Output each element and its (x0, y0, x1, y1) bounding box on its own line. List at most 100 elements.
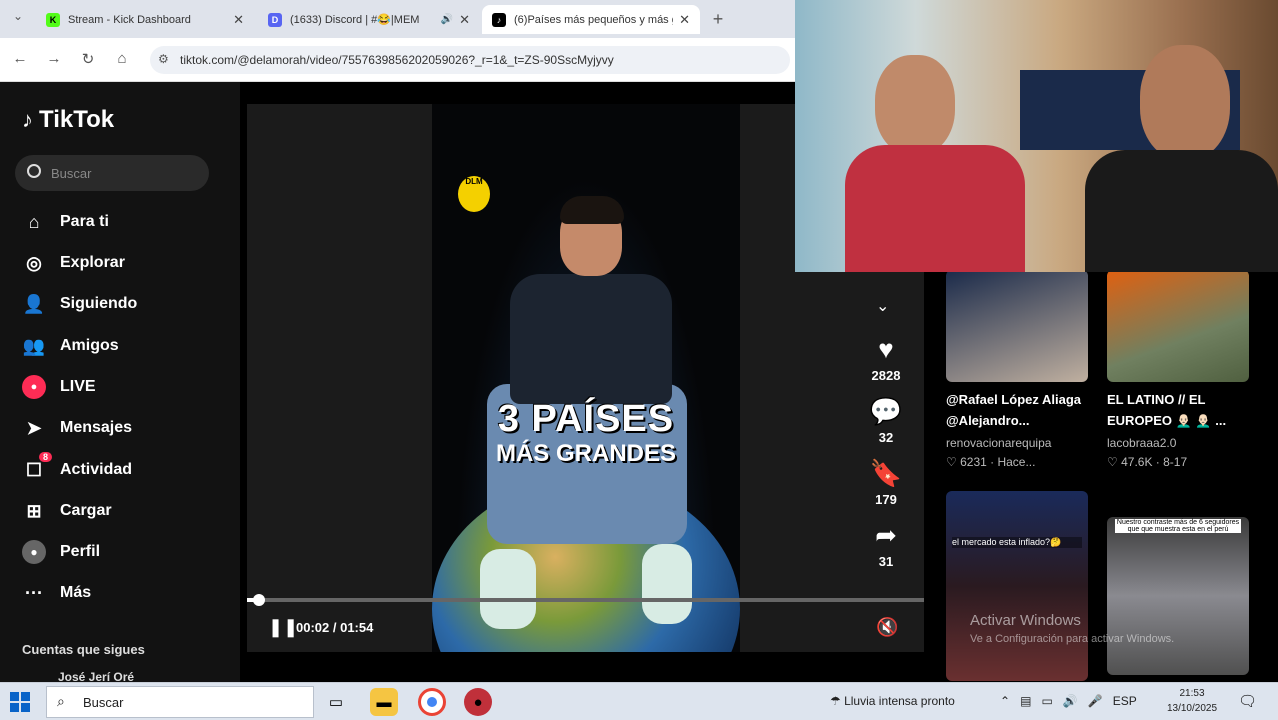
nav-label: Para ti (60, 213, 109, 230)
chevron-down-icon[interactable]: ⌄ (876, 296, 889, 316)
home-icon[interactable]: ⌂ (112, 50, 132, 67)
nav-label: Amigos (60, 337, 119, 354)
nav-explorar[interactable]: ◎ Explorar (22, 249, 125, 277)
save-button[interactable]: 🔖 179 (860, 458, 912, 507)
related-title[interactable]: @Rafael López Aliaga @Alejandro... (946, 389, 1086, 431)
like-button[interactable]: ♥ 2828 (860, 334, 912, 383)
new-tab-button[interactable]: + (708, 9, 728, 30)
discord-icon: D (268, 12, 282, 27)
volume-icon[interactable]: 🔊 (1063, 694, 1078, 708)
shoe-left (480, 549, 536, 629)
mute-icon[interactable]: 🔇 (876, 617, 898, 638)
related-author[interactable]: lacobraaa2.0 (1107, 436, 1247, 450)
language-indicator[interactable]: ESP (1113, 694, 1137, 708)
related-thumbnail[interactable] (1107, 270, 1249, 382)
windows-start-icon[interactable] (10, 692, 30, 712)
nav-perfil[interactable]: ● Perfil (22, 538, 100, 566)
notification-badge: 8 (38, 452, 52, 462)
search-input[interactable]: Buscar (15, 155, 209, 191)
thumbnail-caption: el mercado esta inflado?🤔 (952, 537, 1082, 548)
nav-actividad[interactable]: ☐ 8 Actividad (22, 452, 133, 484)
send-icon: ➤ (26, 417, 42, 438)
more-icon: ··· (25, 582, 43, 603)
related-thumbnail[interactable]: el mercado esta inflado?🤔 (946, 491, 1088, 681)
battery-icon[interactable]: ▭ (1041, 694, 1052, 708)
person-left-shirt (845, 145, 1025, 272)
related-thumbnail[interactable]: Nuestro contraste más de 6 seguidores qu… (1107, 517, 1249, 675)
system-tray[interactable]: ⌃ ▤ ▭ 🔊 🎤 ESP (1000, 694, 1137, 708)
person-body (510, 274, 672, 404)
browser-tab-bar: ⌄ K Stream - Kick Dashboard ✕ D (1633) D… (0, 0, 800, 38)
app-icon[interactable]: ● (464, 688, 492, 716)
nav-siguiendo[interactable]: 👤 Siguiendo (22, 290, 138, 318)
search-icon (27, 164, 41, 178)
nav-amigos[interactable]: 👥 Amigos (22, 332, 119, 360)
tab-title: Stream - Kick Dashboard (68, 13, 191, 26)
notification-icon[interactable]: 🗨 (1238, 692, 1257, 710)
site-info-icon[interactable]: ⚙ (158, 52, 169, 66)
clock[interactable]: 21:53 13/10/2025 (1162, 686, 1222, 716)
logo-text: DLM (465, 177, 483, 186)
nav-label: Mensajes (60, 419, 133, 436)
nav-mas[interactable]: ··· Más (22, 579, 91, 607)
play-pause-button[interactable]: ❚❚ (268, 617, 298, 639)
related-thumbnail[interactable] (946, 270, 1088, 382)
share-icon: ➦ (875, 520, 897, 550)
tiktok-logo[interactable]: ♪ TikTok (22, 106, 114, 134)
related-author[interactable]: renovacionarequipa (946, 436, 1086, 450)
close-tab-icon[interactable]: ✕ (679, 12, 690, 28)
person-right-head (1140, 45, 1230, 160)
nav-label: Actividad (60, 461, 133, 478)
close-tab-icon[interactable]: ✕ (233, 12, 244, 28)
tiktok-sidebar: ♪ TikTok Buscar ⌂ Para ti ◎ Explorar 👤 Sigu… (0, 82, 240, 684)
search-placeholder: Buscar (51, 165, 92, 181)
url-field[interactable]: ⚙ tiktok.com/@delamorah/video/7557639856… (150, 46, 790, 74)
taskbar-search[interactable]: ⌕ Buscar (46, 686, 314, 718)
nav-live[interactable]: ● LIVE (22, 373, 96, 401)
tab-kick[interactable]: K Stream - Kick Dashboard ✕ (36, 5, 254, 34)
channel-logo: DLM (458, 176, 490, 212)
webcam-overlay (795, 0, 1278, 272)
progress-handle[interactable] (252, 594, 265, 606)
tab-title: (1633) Discord | #😂|MEM (290, 14, 420, 26)
network-icon[interactable]: ▤ (1020, 694, 1031, 708)
mic-icon[interactable]: 🎤 (1088, 694, 1103, 708)
tab-discord[interactable]: D (1633) Discord | #😂|MEM 🔊 ✕ (258, 5, 480, 34)
weather-text: Lluvia intensa pronto (844, 694, 955, 708)
weather-widget[interactable]: ☂ Lluvia intensa pronto (830, 694, 955, 708)
tab-tiktok[interactable]: ♪ (6)Países más pequeños y más g ✕ (482, 5, 700, 34)
file-explorer-icon[interactable]: ▬ (370, 688, 398, 716)
video-frame[interactable]: DLM 3 PAÍSES MÁS GRANDES (432, 104, 740, 652)
comment-count: 32 (878, 430, 894, 445)
forward-icon[interactable]: → (44, 50, 64, 67)
task-view-icon[interactable]: ▭ (322, 688, 350, 716)
related-title[interactable]: EL LATINO // EL EUROPEO 👨🏻‍🦲 👨🏻‍🦲 ... (1107, 389, 1247, 431)
nav-cargar[interactable]: ⊞ Cargar (22, 497, 112, 525)
nav-mensajes[interactable]: ➤ Mensajes (22, 414, 132, 442)
nav-label: Explorar (60, 254, 125, 271)
video-caption-line2: MÁS GRANDES (495, 440, 676, 467)
back-icon[interactable]: ← (10, 50, 30, 67)
nav-label: Siguiendo (60, 295, 138, 312)
like-count: 2828 (871, 368, 901, 383)
progress-bar[interactable] (247, 594, 924, 606)
nav-label: Cargar (60, 502, 112, 519)
rain-icon: ☂ (830, 694, 845, 708)
nav-para-ti[interactable]: ⌂ Para ti (22, 208, 109, 236)
chrome-icon[interactable] (418, 688, 446, 716)
audio-icon[interactable]: 🔊 (441, 14, 453, 25)
compass-icon: ◎ (26, 252, 42, 273)
person-right-shirt (1085, 150, 1278, 272)
close-tab-icon[interactable]: ✕ (459, 12, 470, 28)
chevron-up-icon[interactable]: ⌃ (1000, 694, 1010, 708)
tiktok-note-icon: ♪ (22, 107, 33, 132)
comment-button[interactable]: 💬 32 (860, 396, 912, 445)
live-icon: ● (22, 375, 46, 399)
save-count: 179 (875, 492, 897, 507)
video-caption-line1: 3 PAÍSES (497, 398, 675, 440)
related-meta: ♡ 6231 · Hace... (946, 455, 1036, 469)
reload-icon[interactable]: ↻ (78, 50, 98, 68)
tab-search-icon[interactable]: ⌄ (8, 9, 28, 23)
url-text: tiktok.com/@delamorah/video/755763985620… (180, 53, 614, 67)
share-button[interactable]: ➦ 31 (860, 520, 912, 569)
